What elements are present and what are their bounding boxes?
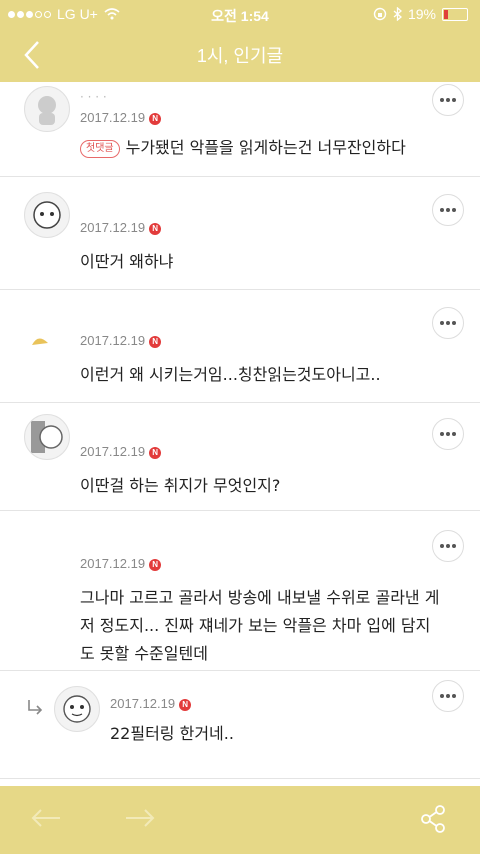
comment-text: 그나마 고르고 골라서 방송에 내보낼 수위로 골라낸 게 저 정도지... 진… (80, 588, 440, 663)
author-name: · · · · (80, 90, 107, 104)
new-badge: N (149, 559, 162, 571)
arrow-right-icon[interactable] (124, 806, 156, 830)
comment-text: 이런거 왜 시키는거임...칭찬읽는것도아니고.. (80, 365, 381, 384)
comment-item: 2017.12.19 N 그나마 고르고 골라서 방송에 내보낼 수위로 골라낸 … (0, 510, 480, 671)
comment-date: 2017.12.19 N (80, 110, 162, 125)
rotation-lock-icon (373, 7, 387, 21)
avatar-icon (31, 421, 63, 453)
comment-date: 2017.12.19 N (110, 696, 192, 711)
comment-text: 22필터링 한거네.. (110, 724, 234, 743)
comment-date: 2017.12.19 N (80, 444, 162, 459)
avatar-icon (63, 695, 91, 723)
comment-text: 이딴거 왜하냐 (80, 252, 174, 271)
more-options-button[interactable] (432, 418, 464, 450)
new-badge: N (149, 336, 162, 348)
new-badge: N (179, 699, 192, 711)
arrow-left-icon[interactable] (30, 806, 62, 830)
more-options-button[interactable] (432, 84, 464, 116)
share-icon[interactable] (420, 804, 446, 834)
first-comment-badge: 첫댓글 (80, 140, 120, 158)
avatar[interactable] (24, 192, 70, 238)
comment-date: 2017.12.19 N (80, 556, 162, 571)
comment-text: 첫댓글 누가됐던 악플을 읽게하는건 너무잔인하다 (80, 134, 406, 162)
comment-text: 이딴걸 하는 취지가 무엇인지? (80, 476, 281, 495)
new-badge: N (149, 447, 162, 459)
status-right: 19% (373, 6, 468, 22)
new-badge: N (149, 113, 162, 125)
comment-date: 2017.12.19 N (80, 333, 162, 348)
comment-item: · · · · 2017.12.19 N 첫댓글 누가됐던 악플을 읽게하는건 너무… (0, 82, 480, 177)
status-bar: LG U+ 오전 1:54 19% (0, 0, 480, 28)
more-options-button[interactable] (432, 680, 464, 712)
comment-date: 2017.12.19 N (80, 220, 162, 235)
reply-arrow-icon (28, 700, 43, 715)
avatar[interactable] (24, 414, 70, 460)
avatar-icon (38, 96, 56, 125)
avatar[interactable] (54, 686, 100, 732)
bluetooth-icon (393, 7, 402, 21)
more-options-button[interactable] (432, 530, 464, 562)
avatar[interactable] (30, 333, 50, 347)
battery-icon (442, 7, 468, 21)
app-header: 1시, 인기글 (0, 28, 480, 82)
more-options-button[interactable] (432, 307, 464, 339)
comment-item: 2017.12.19 N 이딴걸 하는 취지가 무엇인지? (0, 402, 480, 511)
page-title: 1시, 인기글 (196, 46, 284, 66)
avatar[interactable] (24, 86, 70, 132)
more-options-button[interactable] (432, 194, 464, 226)
reply-item: 2017.12.19 N 22필터링 한거네.. (0, 670, 480, 779)
comment-item: 2017.12.19 N 이딴거 왜하냐 (0, 176, 480, 290)
new-badge: N (149, 223, 162, 235)
avatar-icon (33, 201, 61, 229)
comment-list: · · · · 2017.12.19 N 첫댓글 누가됐던 악플을 읽게하는건 너무… (0, 82, 480, 786)
bottom-toolbar (0, 786, 480, 854)
battery-percent: 19% (407, 6, 436, 22)
comment-item: 2017.12.19 N 이런거 왜 시키는거임...칭찬읽는것도아니고.. (0, 289, 480, 403)
